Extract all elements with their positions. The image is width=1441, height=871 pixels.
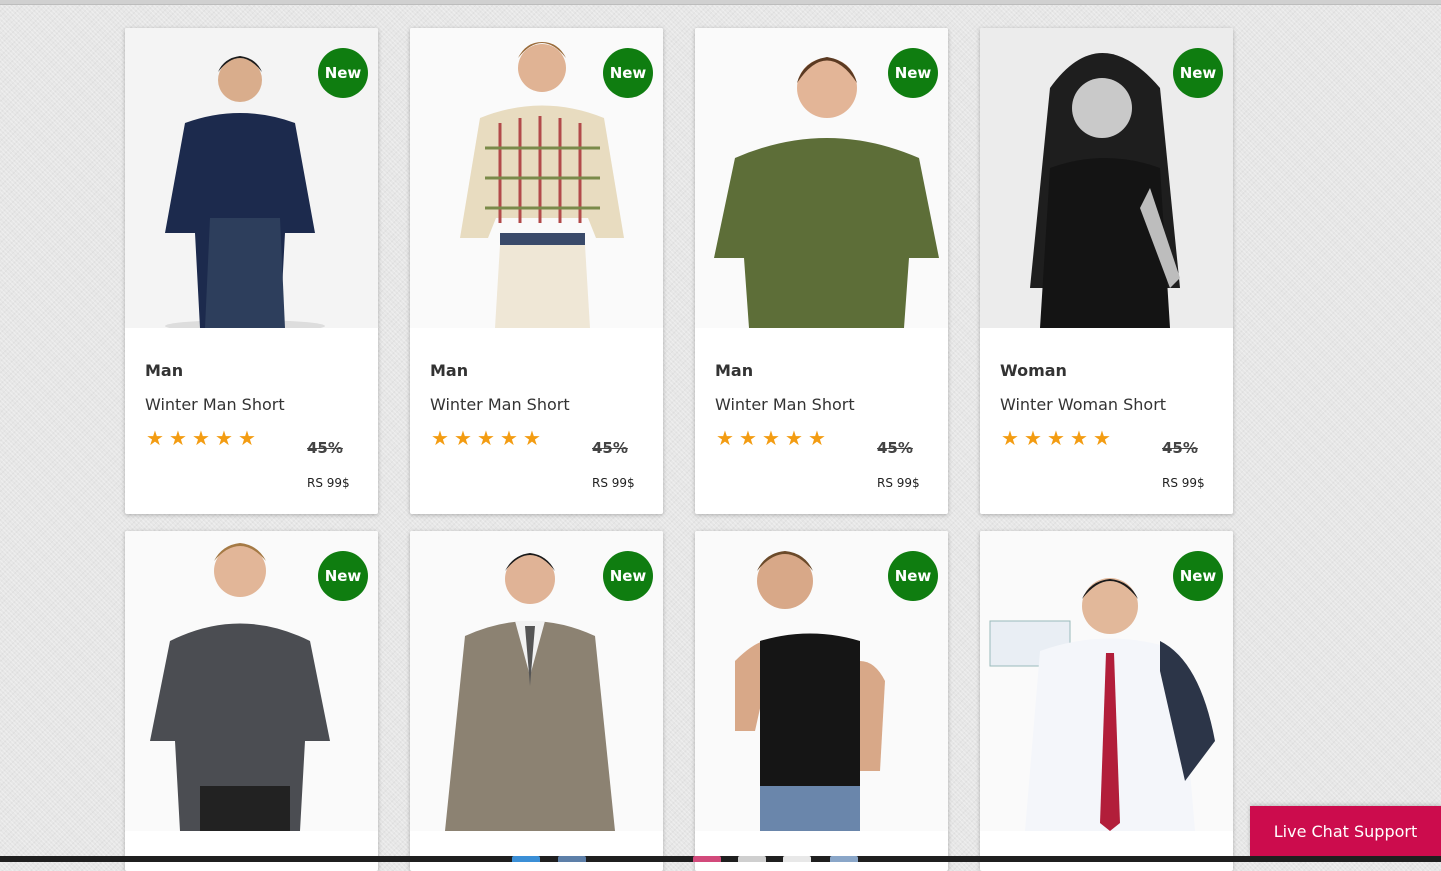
taskbar-app-icon[interactable]	[693, 856, 721, 862]
star-icon: ★	[739, 426, 757, 450]
product-image[interactable]: New	[125, 531, 378, 831]
product-category: Man	[145, 361, 184, 380]
price-label: RS 99$	[877, 476, 920, 490]
new-badge: New	[603, 48, 653, 98]
taskbar-app-icon[interactable]	[558, 856, 586, 862]
rating-stars: ★ ★ ★ ★ ★	[145, 428, 257, 448]
rating-stars: ★ ★ ★ ★ ★	[1000, 428, 1112, 448]
rating-stars: ★ ★ ★ ★ ★	[430, 428, 542, 448]
new-badge: New	[1173, 551, 1223, 601]
star-icon: ★	[716, 426, 734, 450]
new-badge: New	[888, 551, 938, 601]
star-icon: ★	[523, 426, 541, 450]
product-card[interactable]: New Man Winter Man Short ★ ★ ★ ★ ★ 45% R…	[125, 28, 378, 514]
price-label: RS 99$	[307, 476, 350, 490]
product-category: Man	[430, 361, 469, 380]
product-title[interactable]: Winter Man Short	[715, 395, 855, 414]
product-card[interactable]: New Woman Winter Woman Short ★ ★ ★ ★ ★ 4…	[980, 28, 1233, 514]
product-category: Man	[715, 361, 754, 380]
discount-label: 45%	[307, 439, 343, 457]
taskbar-app-icon[interactable]	[830, 856, 858, 862]
product-image[interactable]: New	[125, 28, 378, 328]
star-icon: ★	[238, 426, 256, 450]
new-badge: New	[318, 551, 368, 601]
new-badge: New	[1173, 48, 1223, 98]
star-icon: ★	[1047, 426, 1065, 450]
product-title[interactable]: Winter Man Short	[430, 395, 570, 414]
discount-label: 45%	[592, 439, 628, 457]
price-label: RS 99$	[592, 476, 635, 490]
new-badge: New	[888, 48, 938, 98]
taskbar-app-icon[interactable]	[738, 856, 766, 862]
star-icon: ★	[808, 426, 826, 450]
star-icon: ★	[477, 426, 495, 450]
product-image[interactable]: New	[980, 531, 1233, 831]
price-label: RS 99$	[1162, 476, 1205, 490]
product-title[interactable]: Winter Man Short	[145, 395, 285, 414]
product-card[interactable]: New	[410, 531, 663, 871]
taskbar-app-icon[interactable]	[783, 856, 811, 862]
star-icon: ★	[454, 426, 472, 450]
star-icon: ★	[785, 426, 803, 450]
star-icon: ★	[431, 426, 449, 450]
product-card[interactable]: New Man Winter Man Short ★ ★ ★ ★ ★ 45% R…	[410, 28, 663, 514]
new-badge: New	[318, 48, 368, 98]
star-icon: ★	[500, 426, 518, 450]
taskbar-app-icon[interactable]	[512, 856, 540, 862]
live-chat-button[interactable]: Live Chat Support	[1250, 806, 1441, 856]
rating-stars: ★ ★ ★ ★ ★	[715, 428, 827, 448]
new-badge: New	[603, 551, 653, 601]
product-image[interactable]: New	[695, 28, 948, 328]
star-icon: ★	[1070, 426, 1088, 450]
star-icon: ★	[215, 426, 233, 450]
star-icon: ★	[192, 426, 210, 450]
star-icon: ★	[762, 426, 780, 450]
product-image[interactable]: New	[695, 531, 948, 831]
product-image[interactable]: New	[410, 531, 663, 831]
product-card[interactable]: New Man Winter Man Short ★ ★ ★ ★ ★ 45% R…	[695, 28, 948, 514]
product-image[interactable]: New	[980, 28, 1233, 328]
product-image[interactable]: New	[410, 28, 663, 328]
product-title[interactable]: Winter Woman Short	[1000, 395, 1166, 414]
top-bar-edge	[0, 0, 1441, 5]
star-icon: ★	[1024, 426, 1042, 450]
star-icon: ★	[1001, 426, 1019, 450]
star-icon: ★	[146, 426, 164, 450]
star-icon: ★	[169, 426, 187, 450]
product-card[interactable]: New	[980, 531, 1233, 871]
product-category: Woman	[1000, 361, 1067, 380]
product-card[interactable]: New	[695, 531, 948, 871]
product-card[interactable]: New	[125, 531, 378, 871]
discount-label: 45%	[1162, 439, 1198, 457]
discount-label: 45%	[877, 439, 913, 457]
star-icon: ★	[1093, 426, 1111, 450]
